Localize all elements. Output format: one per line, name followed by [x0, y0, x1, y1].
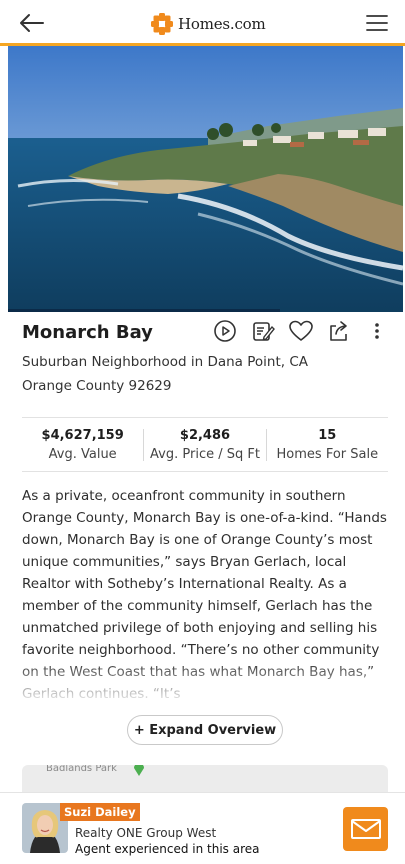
stats-row: $4,627,159 Avg. Value $2,486 Avg. Price …: [22, 425, 388, 465]
overview-fade: [0, 660, 405, 706]
share-button[interactable]: [326, 318, 352, 344]
hero-image: [8, 46, 403, 312]
stat-label: Homes For Sale: [276, 447, 379, 462]
envelope-icon: [350, 819, 381, 839]
favorite-button[interactable]: [288, 318, 314, 344]
back-button[interactable]: [18, 12, 46, 34]
homes-logo[interactable]: Homes.com: [150, 12, 266, 36]
stat-label: Avg. Price / Sq Ft: [150, 447, 260, 462]
app-header: Homes.com: [0, 0, 405, 46]
heart-icon: [289, 320, 313, 341]
hero-photo[interactable]: [8, 46, 403, 312]
arrow-left-icon: [20, 14, 44, 32]
agent-company: Realty ONE Group West: [75, 826, 217, 840]
hamburger-menu-icon: [366, 15, 388, 31]
share-icon: [330, 321, 347, 341]
stat-value: $2,486: [179, 428, 231, 443]
email-agent-button[interactable]: [343, 807, 388, 851]
notes-button[interactable]: [250, 318, 276, 344]
divider: [22, 471, 388, 472]
homes-logo-icon: [151, 13, 173, 35]
menu-button[interactable]: [365, 12, 389, 34]
play-icon: [214, 320, 236, 342]
stat-avg-value: $4,627,159 Avg. Value: [22, 425, 143, 465]
neighborhood-title: Monarch Bay: [22, 322, 153, 343]
logo-text: Homes.com: [178, 15, 266, 33]
agent-name[interactable]: Suzi Dailey: [60, 803, 140, 821]
stat-value: 15: [318, 428, 337, 443]
agent-contact-bar: Suzi Dailey Realty ONE Group West Agent …: [0, 792, 405, 864]
map-pin-icon: [134, 765, 144, 776]
stat-avg-price-sqft: $2,486 Avg. Price / Sq Ft: [144, 425, 265, 465]
expand-overview-button[interactable]: + Expand Overview: [127, 715, 283, 745]
map-place-label: Badlands Park: [46, 765, 117, 774]
play-video-button[interactable]: [212, 318, 238, 344]
stat-homes-for-sale[interactable]: 15 Homes For Sale: [267, 425, 388, 465]
notes-icon: [253, 322, 275, 341]
stat-value: $4,627,159: [41, 428, 124, 443]
stat-label: Avg. Value: [48, 447, 117, 462]
more-vertical-icon: [375, 323, 379, 339]
divider: [22, 417, 388, 418]
more-options-button[interactable]: [364, 318, 390, 344]
neighborhood-county: Orange County 92629: [22, 378, 172, 394]
photo-progress-bar: [8, 309, 280, 312]
agent-tagline: Agent experienced in this area: [75, 842, 260, 856]
neighborhood-type: Suburban Neighborhood in Dana Point, CA: [22, 354, 308, 370]
action-bar: [212, 318, 390, 344]
